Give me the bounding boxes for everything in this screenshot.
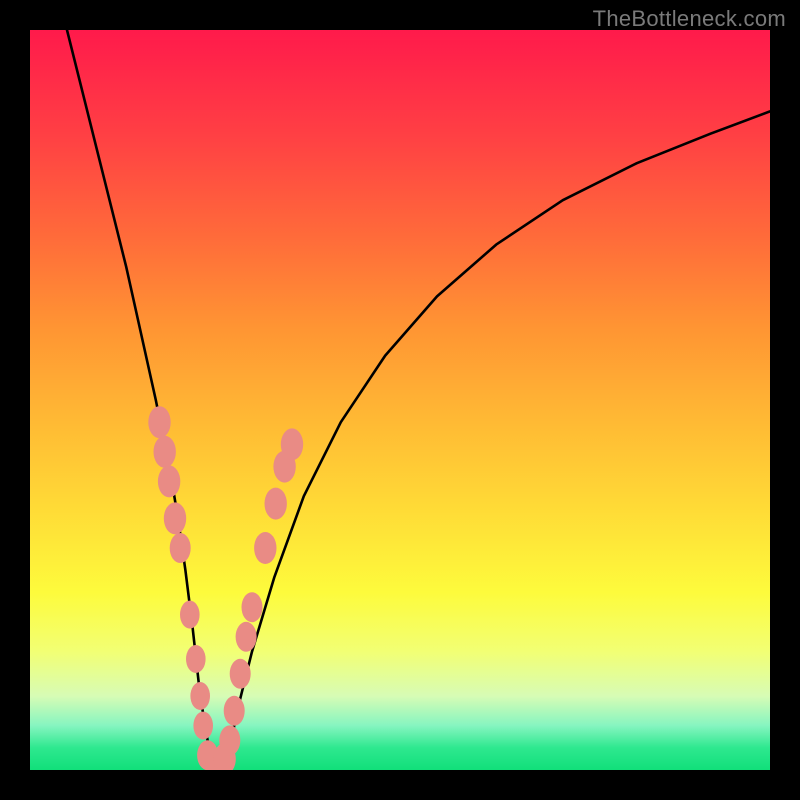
data-marker xyxy=(158,465,180,497)
watermark-text: TheBottleneck.com xyxy=(593,6,786,32)
plot-area xyxy=(30,30,770,770)
bottleneck-curve-line xyxy=(67,30,770,770)
data-marker xyxy=(265,488,287,520)
data-marker xyxy=(186,645,206,673)
data-marker xyxy=(230,659,251,689)
data-marker xyxy=(281,428,303,460)
data-marker xyxy=(193,712,213,740)
data-marker xyxy=(242,592,263,622)
data-marker xyxy=(190,682,210,710)
chart-frame: TheBottleneck.com xyxy=(0,0,800,800)
data-marker xyxy=(170,533,191,563)
data-marker xyxy=(219,725,240,755)
data-marker xyxy=(148,406,170,438)
data-markers xyxy=(148,406,303,770)
chart-svg xyxy=(30,30,770,770)
data-marker xyxy=(180,601,200,629)
data-marker xyxy=(236,622,257,652)
data-marker xyxy=(224,696,245,726)
data-marker xyxy=(254,532,276,564)
data-marker xyxy=(154,436,176,468)
data-marker xyxy=(164,502,186,534)
